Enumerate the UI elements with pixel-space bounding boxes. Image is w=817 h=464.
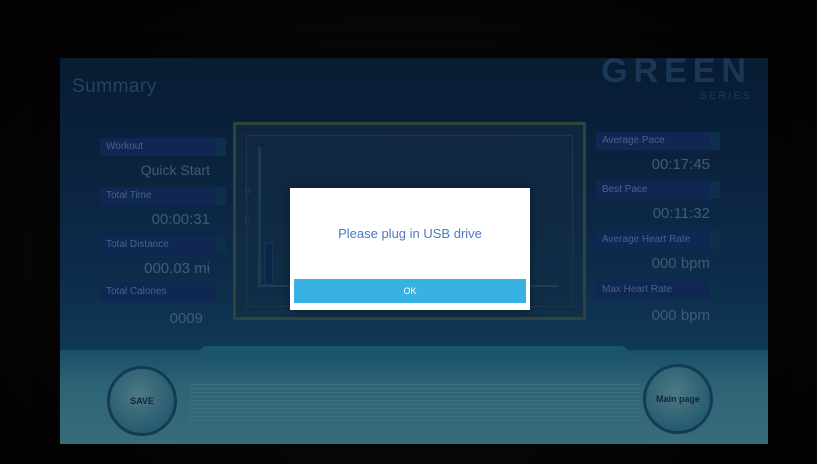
max-heart-rate-label: Max Heart Rate <box>596 281 720 299</box>
total-distance-value: 000.03 mi <box>144 260 210 277</box>
brand-logo: GREEN SERIES <box>601 58 752 102</box>
average-pace-label: Average Pace <box>596 132 720 150</box>
total-distance-label: Total Distance <box>100 236 226 254</box>
total-time-label: Total Time <box>100 187 226 205</box>
brand-logo-main: GREEN <box>601 58 752 90</box>
graph-tick-mid: 10 <box>244 219 251 225</box>
bottom-band-ridge <box>200 346 628 360</box>
best-pace-value: 00:11:32 <box>652 205 710 222</box>
decorative-lines <box>190 384 640 422</box>
average-pace-value: 00:17:45 <box>651 156 710 173</box>
page-title: Summary <box>72 76 157 97</box>
graph-y-axis <box>258 147 261 287</box>
workout-label: Workout <box>100 138 226 156</box>
best-pace-label: Best Pace <box>596 181 720 199</box>
graph-bar <box>264 243 273 285</box>
save-button[interactable]: SAVE <box>107 366 177 436</box>
average-heart-rate-label: Average Heart Rate <box>596 231 720 249</box>
graph-tick-top: 15 <box>244 189 251 195</box>
average-heart-rate-value: 000 bpm <box>651 255 710 272</box>
total-calories-value: 0009 <box>169 310 203 327</box>
total-calories-label: Total Calories <box>100 283 226 301</box>
brand-logo-sub: SERIES <box>699 90 752 102</box>
dialog-message: Please plug in USB drive <box>338 226 482 241</box>
workout-value: Quick Start <box>140 162 210 178</box>
main-page-button[interactable]: Main page <box>643 364 713 434</box>
usb-alert-dialog: Please plug in USB drive OK <box>290 188 530 310</box>
max-heart-rate-value: 000 bpm <box>651 307 710 324</box>
ok-button[interactable]: OK <box>294 279 526 303</box>
total-time-value: 00:00:31 <box>151 211 210 228</box>
